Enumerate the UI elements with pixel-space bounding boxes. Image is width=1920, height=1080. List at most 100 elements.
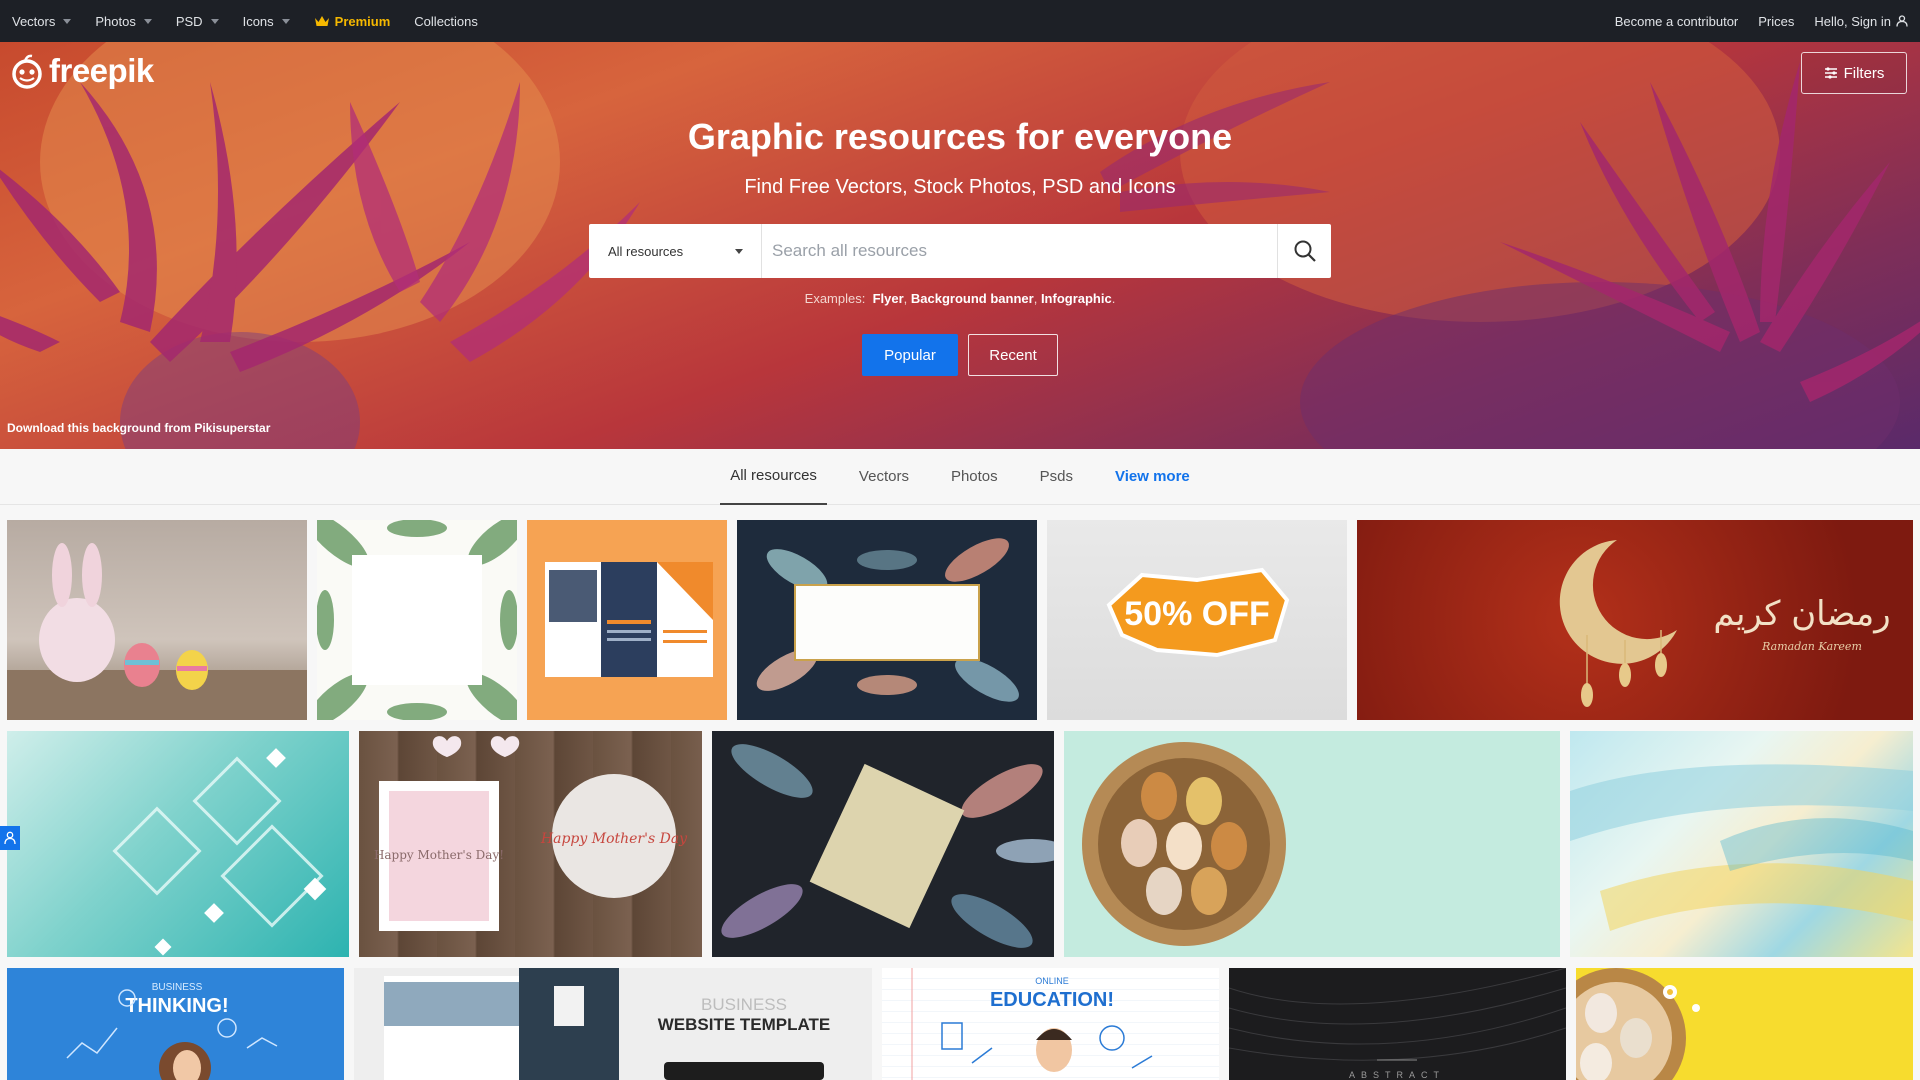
hero-title: Graphic resources for everyone <box>687 116 1233 157</box>
sign-in-link[interactable]: Hello, Sign in <box>1814 14 1908 29</box>
thumb-50-off-image: 50% OFF <box>1106 567 1290 658</box>
nav-psd[interactable]: PSD <box>176 14 219 29</box>
background-credit-link[interactable]: Download this background from Pikisupers… <box>7 421 270 435</box>
thumb-education-sub: ONLINE <box>1035 976 1069 986</box>
tab-photos-label: Photos <box>950 468 998 485</box>
nav-premium-label: Premium <box>334 13 391 29</box>
freepik-logo[interactable]: freepik <box>8 52 154 90</box>
nav-icons[interactable]: Icons <box>243 14 290 29</box>
topnav-right: Become a contributor Prices Hello, Sign … <box>1595 14 1908 29</box>
search-examples: Examples: Flyer, Background banner, Info… <box>804 291 1116 306</box>
search-button[interactable] <box>1277 224 1331 278</box>
examples-prefix: Examples: <box>804 291 866 306</box>
thumb-dark-leaves-paper[interactable] <box>712 731 1054 957</box>
side-feedback-tab[interactable] <box>0 826 20 850</box>
thumb-online-education[interactable]: ONLINE EDUCATION! <box>882 968 1219 1080</box>
search-icon <box>1294 240 1316 262</box>
thumb-business-thinking-image: BUSINESS THINKING! <box>66 982 278 1080</box>
example-link[interactable]: Flyer <box>873 291 904 306</box>
thumb-mothers-day[interactable]: Happy Mother's Day! Happy Mother's Day <box>359 731 702 957</box>
tab-vectors-label: Vectors <box>858 468 909 485</box>
recent-label: Recent <box>989 346 1037 364</box>
thumb-mothers-day-doily-text: Happy Mother's Day <box>540 831 688 847</box>
resource-type-dropdown[interactable]: All resources <box>589 224 762 278</box>
freepik-logo-icon <box>12 54 42 89</box>
search-bar: All resources <box>589 224 1331 278</box>
example-link[interactable]: Infographic <box>1041 291 1112 306</box>
tab-all-resources[interactable]: All resources <box>720 449 827 505</box>
nav-vectors[interactable]: Vectors <box>12 14 72 29</box>
nav-photos[interactable]: Photos <box>95 13 152 29</box>
thumb-ramadan-arabic-text: رمضان كريم <box>1713 594 1890 634</box>
sliders-icon <box>1824 67 1837 79</box>
nav-photos-label: Photos <box>95 13 136 29</box>
nav-collections-label: Collections <box>414 13 478 29</box>
thumb-orange-brochure[interactable] <box>527 520 727 720</box>
thumb-ramadan-subtext: Ramadan Kareem <box>1761 640 1862 653</box>
top-navigation: Vectors Photos PSD Icons Premium Collect… <box>0 0 1920 42</box>
search-input[interactable] <box>762 224 1277 278</box>
thumb-orange-brochure-image <box>545 562 713 677</box>
tab-psds[interactable]: Psds <box>1030 449 1083 505</box>
become-contributor-link[interactable]: Become a contributor <box>1615 14 1739 29</box>
thumb-online-education-image: ONLINE EDUCATION! <box>911 968 1153 1080</box>
popular-button[interactable]: Popular <box>862 334 958 376</box>
crown-icon <box>314 16 329 26</box>
thumb-easter-eggs-basket-image <box>1082 742 1286 946</box>
resource-tabs: All resources Vectors Photos Psds View m… <box>0 449 1920 505</box>
thumb-yellow-easter-eggs-image <box>1576 968 1700 1080</box>
thumb-ramadan-kareem[interactable]: رمضان كريم Ramadan Kareem <box>1357 520 1913 720</box>
thumb-mothers-day-image: Happy Mother's Day! Happy Mother's Day <box>374 736 688 931</box>
thumb-dark-floral-frame[interactable] <box>737 520 1037 720</box>
thumb-watercolor-image <box>1570 764 1913 931</box>
thumb-business-thinking[interactable]: BUSINESS THINKING! <box>7 968 344 1080</box>
recent-button[interactable]: Recent <box>968 334 1058 376</box>
thumb-business-thinking-title: THINKING! <box>125 995 228 1017</box>
resource-type-value: All resources <box>608 243 684 259</box>
nav-icons-label: Icons <box>242 13 274 29</box>
chevron-down-icon <box>735 249 743 254</box>
chevron-down-icon <box>143 18 152 24</box>
thumb-teal-diamonds-image <box>112 748 327 956</box>
tab-vectors[interactable]: Vectors <box>849 449 919 505</box>
become-contributor-label: Become a contributor <box>1614 13 1739 29</box>
user-icon <box>4 831 16 845</box>
thumb-abstract-dark-image: ABSTRACT <box>1229 968 1566 1080</box>
thumb-teal-diamonds[interactable] <box>7 731 349 957</box>
thumb-watercolor[interactable] <box>1570 731 1913 957</box>
tab-all-resources-label: All resources <box>730 467 817 484</box>
thumb-leaf-frame-image <box>317 520 517 720</box>
freepik-logo-text: freepik <box>49 52 154 89</box>
thumb-website-template-sub: BUSINESS <box>701 995 787 1014</box>
tab-view-more-label: View more <box>1115 468 1190 485</box>
thumb-easter-bunny[interactable] <box>7 520 307 720</box>
thumb-dark-floral-frame-image <box>756 538 1019 702</box>
thumb-abstract-text: ABSTRACT <box>1349 1070 1445 1080</box>
nav-collections[interactable]: Collections <box>414 14 478 29</box>
topnav-left: Vectors Photos PSD Icons Premium Collect… <box>12 14 502 29</box>
thumb-business-website-template[interactable]: BUSINESS WEBSITE TEMPLATE <box>354 968 872 1080</box>
prices-link[interactable]: Prices <box>1758 14 1794 29</box>
tab-view-more[interactable]: View more <box>1105 449 1200 505</box>
thumb-business-thinking-sub: BUSINESS <box>152 982 203 993</box>
thumb-abstract-dark[interactable]: ABSTRACT <box>1229 968 1566 1080</box>
hero-subtitle: Find Free Vectors, Stock Photos, PSD and… <box>744 176 1176 198</box>
thumb-50-off[interactable]: 50% OFF <box>1047 520 1347 720</box>
chevron-down-icon <box>281 18 290 24</box>
thumb-ramadan-kareem-image: رمضان كريم Ramadan Kareem <box>1559 540 1891 707</box>
thumb-website-template-title: WEBSITE TEMPLATE <box>658 1015 831 1034</box>
tab-photos[interactable]: Photos <box>941 449 1008 505</box>
filters-button[interactable]: Filters <box>1801 52 1907 94</box>
filters-label: Filters <box>1843 64 1885 82</box>
chevron-down-icon <box>210 18 219 24</box>
example-link[interactable]: Background banner <box>911 291 1034 306</box>
nav-premium[interactable]: Premium <box>314 13 391 29</box>
chevron-down-icon <box>63 18 72 24</box>
thumb-50-off-text: 50% OFF <box>1124 595 1269 633</box>
thumb-business-website-template-image: BUSINESS WEBSITE TEMPLATE <box>384 968 831 1080</box>
hero-banner: freepik Filters Graphic resources for ev… <box>0 42 1920 449</box>
thumb-leaf-frame[interactable] <box>317 520 517 720</box>
thumb-yellow-easter-eggs[interactable] <box>1576 968 1913 1080</box>
thumb-easter-eggs-basket[interactable] <box>1064 731 1560 957</box>
thumb-education-title: EDUCATION! <box>990 989 1114 1011</box>
